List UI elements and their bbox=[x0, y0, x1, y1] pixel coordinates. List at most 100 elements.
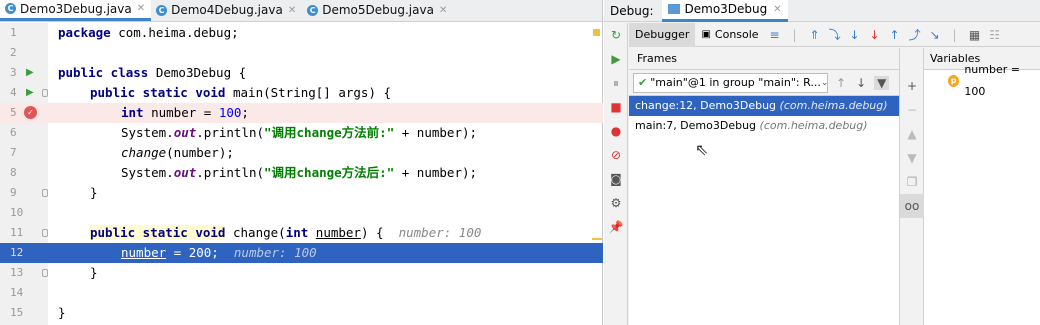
close-icon[interactable]: ✕ bbox=[137, 3, 145, 14]
thread-label: "main"@1 in group "main": R... bbox=[650, 76, 821, 89]
drop-frame-icon[interactable]: ⤴ bbox=[907, 26, 923, 43]
chevron-down-icon: ⌄ bbox=[820, 77, 828, 88]
tab-demo5debug[interactable]: C Demo5Debug.java ✕ bbox=[302, 0, 453, 21]
variable-item[interactable]: p number = 100 bbox=[924, 63, 1040, 98]
line-number: 15 bbox=[10, 306, 24, 319]
pause-icon[interactable]: ⏸ bbox=[604, 71, 628, 95]
debugger-label: Debugger bbox=[635, 28, 690, 41]
evaluate-expression-icon[interactable]: ▦ bbox=[967, 28, 983, 42]
force-step-into-icon[interactable]: ↓ bbox=[867, 28, 883, 42]
variables-panel: Variables p number = 100 bbox=[924, 48, 1040, 325]
debug-tool-window: Debug: Demo3Debug ✕ ↻ ▶ ⏸ ■ ● ⊘ ◙ ⚙ 📌 De… bbox=[604, 0, 1040, 325]
line-number: 13 bbox=[10, 266, 24, 279]
close-icon[interactable]: ✕ bbox=[773, 4, 781, 15]
tab-console[interactable]: ▣ Console bbox=[695, 23, 764, 47]
run-to-cursor-icon[interactable]: ↘ bbox=[927, 28, 943, 42]
java-class-icon: C bbox=[156, 4, 168, 16]
code-line-6: System.out.println("调用change方法前:" + numb… bbox=[121, 125, 478, 140]
line-number: 10 bbox=[10, 206, 24, 219]
code-line-5: int number = 100; bbox=[121, 105, 249, 120]
rerun-icon[interactable]: ↻ bbox=[604, 23, 628, 47]
line-number: 11 bbox=[10, 226, 24, 239]
line-number: 6 bbox=[10, 126, 17, 139]
debug-side-toolbar: ↻ ▶ ⏸ ■ ● ⊘ ◙ ⚙ 📌 bbox=[604, 23, 628, 325]
frame-item[interactable]: change:12, Demo3Debug (com.heima.debug) bbox=[629, 96, 899, 116]
debug-label: Debug: bbox=[610, 3, 654, 18]
line-number: 12 bbox=[10, 246, 24, 259]
show-watches-icon[interactable]: oo bbox=[900, 194, 924, 218]
code-line-7: change(number); bbox=[121, 145, 234, 160]
step-into-icon[interactable]: ↓ bbox=[847, 28, 863, 42]
fold-icon[interactable] bbox=[42, 189, 48, 197]
line-number: 9 bbox=[10, 186, 17, 199]
variables-side-toolbar: + − ▲ ▼ ❐ oo bbox=[900, 48, 924, 325]
line-number: 8 bbox=[10, 166, 17, 179]
close-icon[interactable]: ✕ bbox=[439, 5, 447, 16]
code-line-13: } bbox=[90, 265, 98, 280]
add-watch-icon[interactable]: + bbox=[900, 74, 924, 98]
line-number: 14 bbox=[10, 286, 24, 299]
remove-watch-icon[interactable]: − bbox=[900, 98, 924, 122]
parameter-icon: p bbox=[948, 75, 960, 87]
debug-toolbar: Debugger ▣ Console ≡ | ⇑ ⤵ ↓ ↓ ↑ ⤴ ↘ | ▦ … bbox=[629, 22, 1040, 47]
code-editor[interactable]: C Demo3Debug.java ✕ C Demo4Debug.java ✕ … bbox=[0, 0, 603, 325]
inline-debug-value: number: 100 bbox=[398, 225, 482, 240]
line-number: 1 bbox=[10, 26, 17, 39]
run-icon[interactable]: ▶ bbox=[26, 67, 34, 78]
breakpoint-icon[interactable]: ✓ bbox=[24, 106, 37, 119]
run-icon[interactable]: ▶ bbox=[26, 87, 34, 98]
move-up-icon[interactable]: ▲ bbox=[900, 122, 924, 146]
line-number: 3 bbox=[10, 66, 17, 79]
code-line-12: number = 200; number: 100 bbox=[121, 245, 317, 260]
frame-item[interactable]: main:7, Demo3Debug (com.heima.debug) bbox=[629, 116, 899, 136]
code-line-9: } bbox=[90, 185, 98, 200]
code-line-8: System.out.println("调用change方法后:" + numb… bbox=[121, 165, 478, 180]
trace-icon[interactable]: ☷ bbox=[987, 28, 1003, 42]
console-label: Console bbox=[714, 28, 759, 41]
variable-label: number = 100 bbox=[964, 63, 1020, 98]
code-line-15: } bbox=[58, 305, 66, 320]
app-icon bbox=[667, 4, 680, 14]
tab-debug-session[interactable]: Demo3Debug ✕ bbox=[661, 0, 788, 22]
layout-menu-icon[interactable]: ≡ bbox=[767, 28, 783, 42]
settings-icon[interactable]: ⚙ bbox=[604, 191, 628, 215]
tab-demo3debug[interactable]: C Demo3Debug.java ✕ bbox=[0, 0, 152, 21]
thread-row: ✔ "main"@1 in group "main": R... ⌄ ↑ ↓ ▼ bbox=[629, 70, 899, 96]
fold-icon[interactable] bbox=[42, 269, 48, 277]
separator: | bbox=[952, 27, 957, 42]
step-over-icon[interactable]: ⤵ bbox=[827, 26, 843, 43]
line-number: 7 bbox=[10, 146, 17, 159]
tab-label: Demo5Debug.java bbox=[322, 3, 434, 17]
fold-icon[interactable] bbox=[42, 229, 48, 237]
tab-debugger[interactable]: Debugger bbox=[629, 22, 696, 47]
console-icon: ▣ bbox=[701, 29, 711, 40]
frame-method: main:7, Demo3Debug bbox=[635, 119, 757, 132]
move-down-icon[interactable]: ▼ bbox=[900, 146, 924, 170]
tab-label: Demo4Debug.java bbox=[171, 3, 283, 17]
thread-selector[interactable]: ✔ "main"@1 in group "main": R... ⌄ bbox=[633, 72, 828, 93]
resume-icon[interactable]: ▶ bbox=[604, 47, 628, 71]
frame-package: (com.heima.debug) bbox=[759, 119, 868, 132]
stop-icon[interactable]: ■ bbox=[604, 95, 628, 119]
mouse-cursor-icon: ⇖ bbox=[695, 140, 709, 159]
code-line-11: public static void change(int number) { … bbox=[90, 225, 482, 240]
pin-icon[interactable]: 📌 bbox=[604, 215, 628, 239]
editor-tabs: C Demo3Debug.java ✕ C Demo4Debug.java ✕ … bbox=[0, 0, 602, 22]
camera-icon[interactable]: ◙ bbox=[604, 167, 628, 191]
code-line-1: package com.heima.debug; bbox=[58, 25, 239, 40]
fold-icon[interactable] bbox=[42, 89, 48, 97]
view-breakpoints-icon[interactable]: ● bbox=[604, 119, 628, 143]
mute-breakpoints-icon[interactable]: ⊘ bbox=[604, 143, 628, 167]
tab-label: Demo3Debug.java bbox=[20, 1, 132, 16]
filter-icon[interactable]: ▼ bbox=[874, 75, 890, 90]
close-icon[interactable]: ✕ bbox=[288, 5, 296, 16]
tab-demo4debug[interactable]: C Demo4Debug.java ✕ bbox=[151, 0, 302, 21]
java-class-icon: C bbox=[307, 4, 319, 16]
arrow-up-icon[interactable]: ↑ bbox=[836, 76, 846, 90]
line-number: 4 bbox=[10, 86, 17, 99]
show-execution-point-icon[interactable]: ⇑ bbox=[807, 28, 823, 42]
arrow-down-icon[interactable]: ↓ bbox=[856, 76, 866, 90]
copy-icon[interactable]: ❐ bbox=[900, 170, 924, 194]
java-class-icon: C bbox=[5, 3, 16, 14]
step-out-icon[interactable]: ↑ bbox=[887, 28, 903, 42]
